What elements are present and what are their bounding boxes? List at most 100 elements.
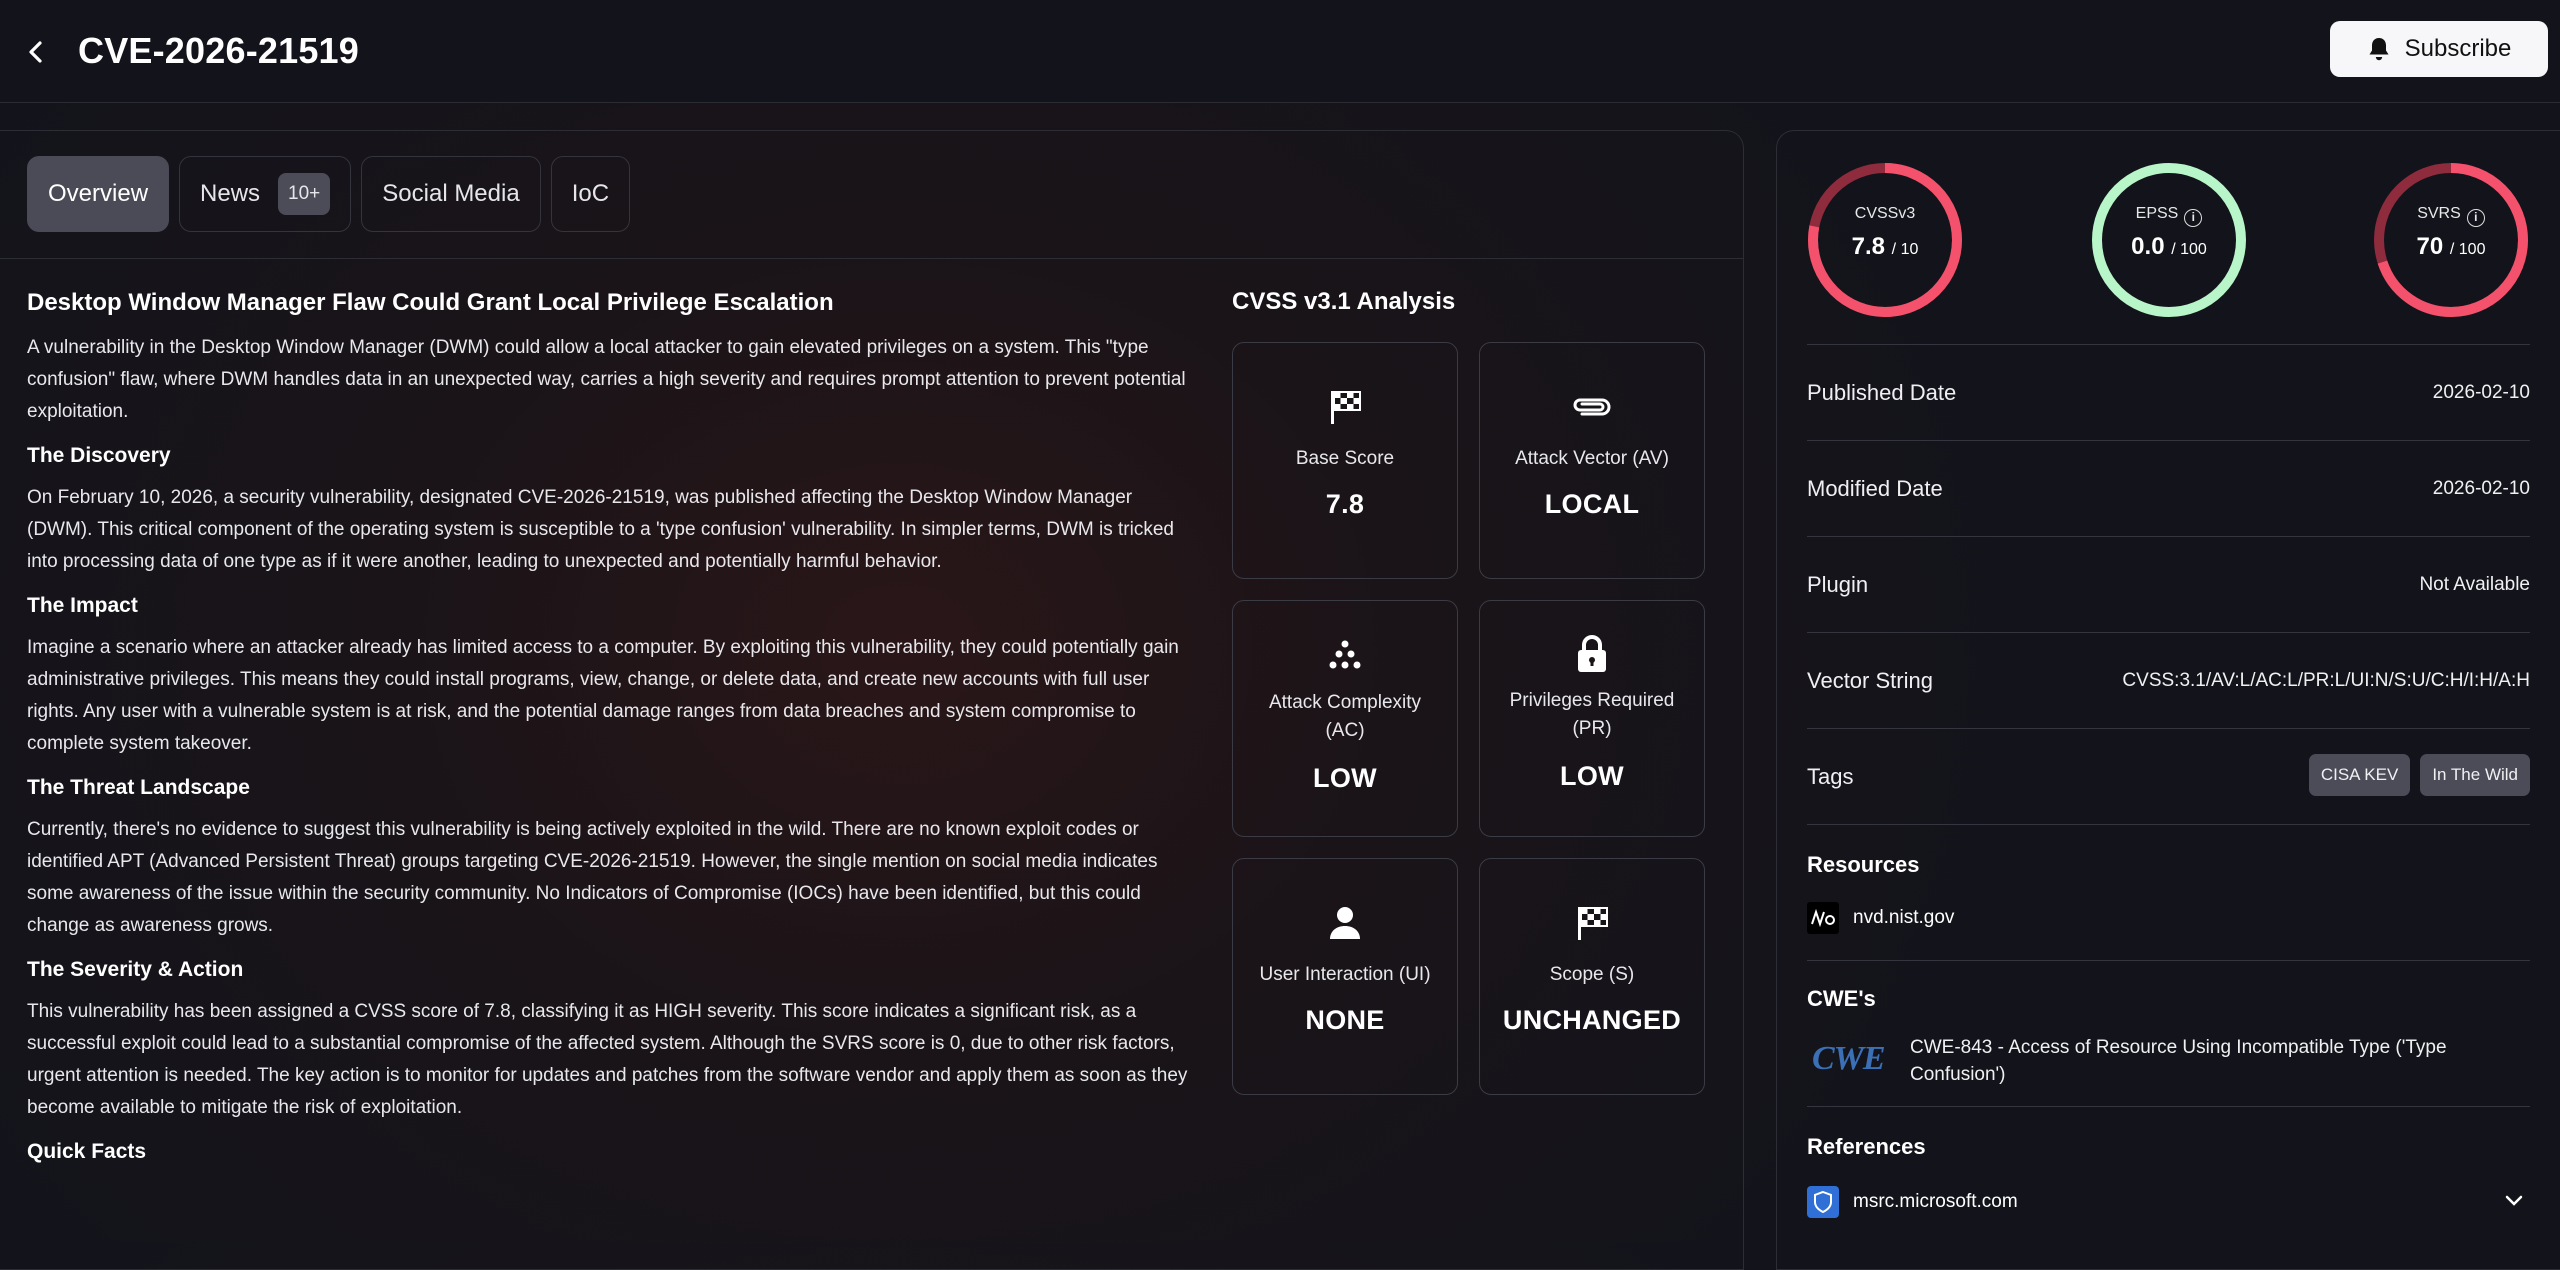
resources-title: Resources [1807,852,1920,877]
card-value: LOW [1313,763,1377,793]
cvss-card-user-interaction: User Interaction (UI) NONE [1232,858,1458,1095]
tab-ioc[interactable]: IoC [550,156,631,232]
svrs-score-gauge: SVRS i 70 / 100 [2372,161,2530,319]
tags-list: CISA KEV In The Wild [2299,754,2530,796]
cvss-card-attack-vector: Attack Vector (AV) LOCAL [1479,342,1705,579]
section-heading: The Threat Landscape [27,776,250,799]
gauge-max: / 100 [2449,241,2486,258]
dots-cluster-icon [1329,640,1361,669]
gauge-max: / 100 [2171,241,2207,258]
gauge-max: / 10 [1891,241,1919,258]
section-heading: The Impact [27,594,138,617]
card-value: LOW [1560,761,1624,791]
section-heading: The Severity & Action [27,958,244,981]
cwe-item[interactable]: CWE-843 - Access of Resource Using Incom… [1910,1034,2530,1088]
section-body: This vulnerability has been assigned a C… [27,1001,1188,1118]
chevron-left-icon [29,41,42,63]
card-label: Privileges Required (PR) [1509,690,1675,739]
tab-news[interactable]: News 10+ [179,156,352,232]
gauge-label: EPSS [2135,205,2179,222]
section-body: Imagine a scenario where an attacker alr… [27,637,1179,754]
lock-icon [1578,635,1606,672]
cwe-logo: CWE [1812,1040,1886,1077]
divider [1807,960,2530,961]
modified-date-label: Modified Date [1807,476,1943,501]
info-icon[interactable]: i [2466,209,2485,227]
cwes-title: CWE's [1807,986,1876,1011]
tab-label: IoC [571,180,610,207]
gauge-value: 0.0 [2131,233,2165,260]
tab-bar: Overview News 10+ Social Media IoC [27,156,631,232]
back-button[interactable] [20,36,52,68]
divider [1807,536,2530,537]
bell-icon [2369,38,2389,61]
tab-overview[interactable]: Overview [27,156,170,232]
card-label: Scope (S) [1549,964,1635,985]
divider [1807,728,2530,729]
info-icon[interactable]: i [2184,209,2203,227]
card-label: User Interaction (UI) [1259,964,1431,985]
article-title: Desktop Window Manager Flaw Could Grant … [27,289,834,316]
reference-link-text: msrc.microsoft.com [1853,1191,2018,1212]
vector-string-value: CVSS:3.1/AV:L/AC:L/PR:L/UI:N/S:U/C:H/I:H… [2122,670,2530,691]
tab-label: Overview [48,180,149,207]
vector-string-label: Vector String [1807,668,1933,693]
tab-social-media[interactable]: Social Media [361,156,541,232]
card-label: Base Score [1295,448,1395,469]
card-value: UNCHANGED [1502,1005,1682,1035]
news-count-badge: 10+ [278,173,331,215]
subscribe-button[interactable]: Subscribe [2330,21,2548,77]
card-value: 7.8 [1325,489,1365,519]
section-heading: The Discovery [27,444,171,467]
subscribe-label: Subscribe [2404,35,2512,62]
divider [1807,344,2530,345]
divider [1807,632,2530,633]
nvd-logo-icon [1807,902,1839,934]
tag-in-the-wild[interactable]: In The Wild [2420,754,2530,796]
modified-date-value: 2026-02-10 [2432,478,2530,499]
expand-references-button[interactable] [2504,1194,2524,1213]
gauge-label: CVSSv3 [1854,205,1916,222]
divider [1807,1106,2530,1107]
divider [0,258,1744,259]
page-title: CVE-2026-21519 [78,30,359,71]
article-intro: A vulnerability in the Desktop Window Ma… [27,337,1186,422]
published-date-value: 2026-02-10 [2432,382,2530,403]
checkered-flag-icon [1331,391,1361,424]
card-label: Attack Complexity (AC) [1268,692,1422,741]
resource-link-nvd[interactable]: nvd.nist.gov [1807,902,1954,934]
section-heading: Quick Facts [27,1140,147,1163]
cvss-card-base-score: Base Score 7.8 [1232,342,1458,579]
tags-label: Tags [1807,764,1854,789]
plugin-value: Not Available [2419,574,2530,595]
chevron-down-icon [2505,1195,2523,1206]
references-title: References [1807,1134,1926,1159]
cvss-card-privileges-required: Privileges Required (PR) LOW [1479,600,1705,837]
section-body: On February 10, 2026, a security vulnera… [27,487,1174,572]
article: Desktop Window Manager Flaw Could Grant … [27,288,1202,1178]
tag-cisa-kev[interactable]: CISA KEV [2308,754,2411,796]
paperclip-icon [1573,398,1611,416]
card-label: Attack Vector (AV) [1515,448,1669,469]
card-value: LOCAL [1544,489,1640,519]
tab-label: Social Media [382,180,520,207]
gauge-value: 7.8 [1851,233,1885,260]
cvss-card-attack-complexity: Attack Complexity (AC) LOW [1232,600,1458,837]
msrc-logo-icon [1807,1186,1839,1218]
cvss-analysis-title: CVSS v3.1 Analysis [1232,288,1456,315]
card-value: NONE [1305,1005,1385,1035]
cvss-score-gauge: CVSSv3 7.8 / 10 [1806,161,1964,319]
tab-label: News [200,180,261,207]
epss-score-gauge: EPSS i 0.0 / 100 [2090,161,2248,319]
resource-link-text: nvd.nist.gov [1853,907,1955,928]
divider [1807,824,2530,825]
user-icon [1330,907,1360,939]
gauge-value: 70 [2416,233,2444,260]
cvss-card-scope: Scope (S) UNCHANGED [1479,858,1705,1095]
reference-link-msrc[interactable]: msrc.microsoft.com [1807,1186,2018,1218]
plugin-label: Plugin [1807,572,1869,597]
section-body: Currently, there's no evidence to sugges… [27,819,1158,936]
published-date-label: Published Date [1807,380,1957,405]
divider [1807,440,2530,441]
gauge-label: SVRS [2417,205,2461,222]
